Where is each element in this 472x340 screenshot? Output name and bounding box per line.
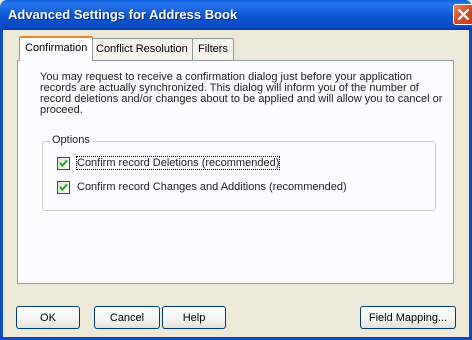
tab-conflict-resolution-label: Conflict Resolution: [96, 43, 188, 55]
confirm-changes-checkbox[interactable]: [57, 181, 70, 194]
confirm-deletions-label[interactable]: Confirm record Deletions (recommended): [75, 156, 281, 170]
tab-confirmation[interactable]: Confirmation: [19, 36, 94, 61]
field-mapping-button[interactable]: Field Mapping...: [360, 306, 456, 329]
tab-filters-label: Filters: [198, 43, 228, 55]
checkmark-icon: [59, 183, 68, 191]
confirmation-panel: You may request to receive a confirmatio…: [17, 60, 454, 284]
confirm-changes-label[interactable]: Confirm record Changes and Additions (re…: [77, 181, 347, 193]
options-groupbox: Options Confirm record Deletions (recomm…: [42, 134, 436, 211]
confirm-deletions-checkbox[interactable]: [57, 157, 70, 170]
confirmation-description: You may request to receive a confirmatio…: [40, 71, 443, 116]
window-title: Advanced Settings for Address Book: [8, 7, 238, 22]
close-button[interactable]: [453, 4, 472, 25]
tab-conflict-resolution[interactable]: Conflict Resolution: [90, 38, 194, 60]
help-button[interactable]: Help: [162, 306, 226, 329]
title-bar[interactable]: Advanced Settings for Address Book: [0, 0, 472, 30]
checkmark-icon: [59, 159, 68, 167]
options-legend: Options: [50, 134, 92, 146]
cancel-button[interactable]: Cancel: [94, 306, 160, 329]
ok-button[interactable]: OK: [16, 306, 80, 329]
tab-filters[interactable]: Filters: [192, 38, 234, 60]
close-icon: [458, 9, 469, 20]
tab-confirmation-label: Confirmation: [25, 42, 88, 54]
